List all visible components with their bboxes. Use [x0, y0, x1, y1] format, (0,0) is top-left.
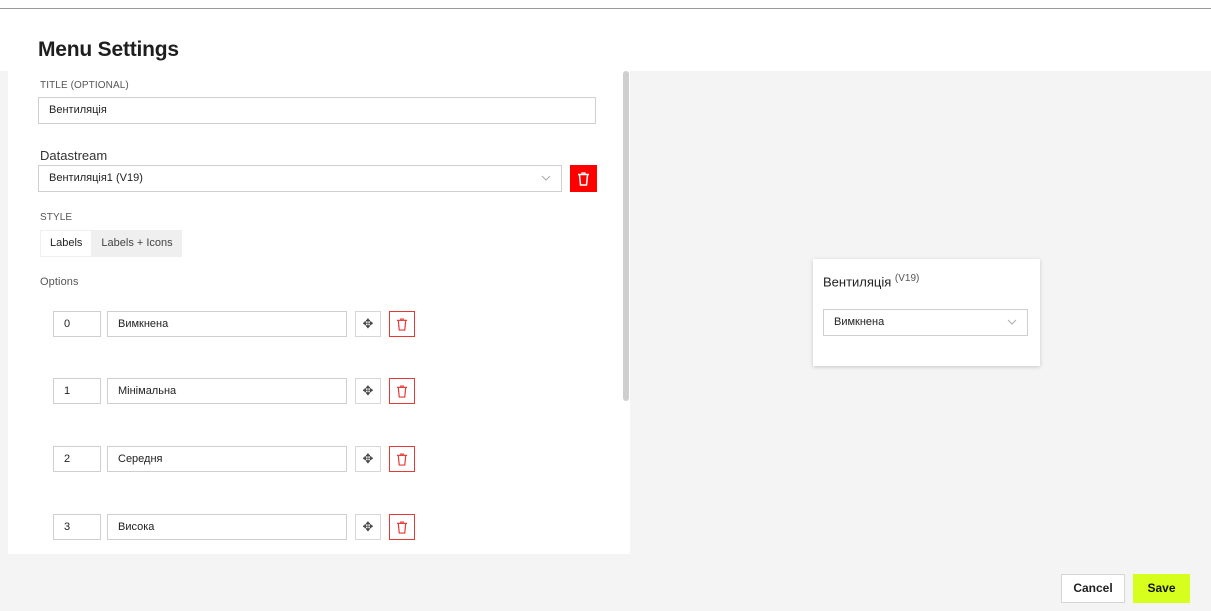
datastream-value: Вентиляція1 (V19) [49, 172, 143, 184]
option-value-input[interactable]: 3 [53, 514, 101, 540]
trash-icon [396, 384, 408, 398]
preview-pin: (V19) [894, 273, 920, 284]
option-label-input[interactable]: Середня [107, 446, 347, 472]
move-icon: ✥ [362, 316, 374, 331]
datastream-select[interactable]: Вентиляція1 (V19) [38, 165, 562, 192]
style-option-labels[interactable]: Labels [40, 230, 93, 257]
move-icon: ✥ [362, 383, 374, 398]
preview-title-text: Вентиляція [823, 274, 892, 290]
style-option-labels-icons[interactable]: Labels + Icons [92, 230, 181, 257]
options-label: Options [40, 276, 79, 288]
preview-title: Вентиляція (V19) [823, 273, 919, 289]
save-button[interactable]: Save [1133, 574, 1190, 603]
move-icon: ✥ [362, 519, 374, 534]
option-value-input[interactable]: 1 [53, 378, 101, 404]
trash-icon [396, 317, 408, 331]
trash-icon [396, 452, 408, 466]
chevron-down-icon [541, 175, 551, 181]
page-title: Menu Settings [38, 38, 179, 61]
trash-icon [396, 520, 408, 534]
delete-option-button[interactable] [389, 446, 415, 472]
option-value-input[interactable]: 0 [53, 311, 101, 337]
delete-option-button[interactable] [389, 311, 415, 337]
modal-header [0, 9, 1211, 71]
option-label-input[interactable]: Висока [107, 514, 347, 540]
trash-icon [578, 171, 589, 186]
preview-select-value: Вимкнена [834, 316, 885, 328]
top-bar [0, 0, 1211, 9]
move-icon: ✥ [362, 451, 374, 466]
move-option-button[interactable]: ✥ [355, 514, 381, 540]
title-input[interactable]: Вентиляція [38, 97, 596, 124]
option-value-input[interactable]: 2 [53, 446, 101, 472]
style-toggle: Labels Labels + Icons [40, 230, 182, 257]
move-option-button[interactable]: ✥ [355, 378, 381, 404]
modal-footer [0, 554, 1211, 611]
style-label: STYLE [40, 212, 73, 223]
scrollbar[interactable] [623, 71, 629, 401]
title-label: TITLE (OPTIONAL) [40, 80, 129, 91]
delete-option-button[interactable] [389, 514, 415, 540]
datastream-label: Datastream [40, 148, 108, 163]
option-label-input[interactable]: Вимкнена [107, 311, 347, 337]
option-label-input[interactable]: Мінімальна [107, 378, 347, 404]
cancel-button[interactable]: Cancel [1061, 574, 1125, 603]
widget-preview: Вентиляція (V19) Вимкнена [813, 259, 1040, 366]
preview-select[interactable]: Вимкнена [823, 309, 1028, 336]
move-option-button[interactable]: ✥ [355, 446, 381, 472]
move-option-button[interactable]: ✥ [355, 311, 381, 337]
chevron-down-icon [1007, 319, 1017, 325]
delete-datastream-button[interactable] [570, 165, 597, 192]
delete-option-button[interactable] [389, 378, 415, 404]
